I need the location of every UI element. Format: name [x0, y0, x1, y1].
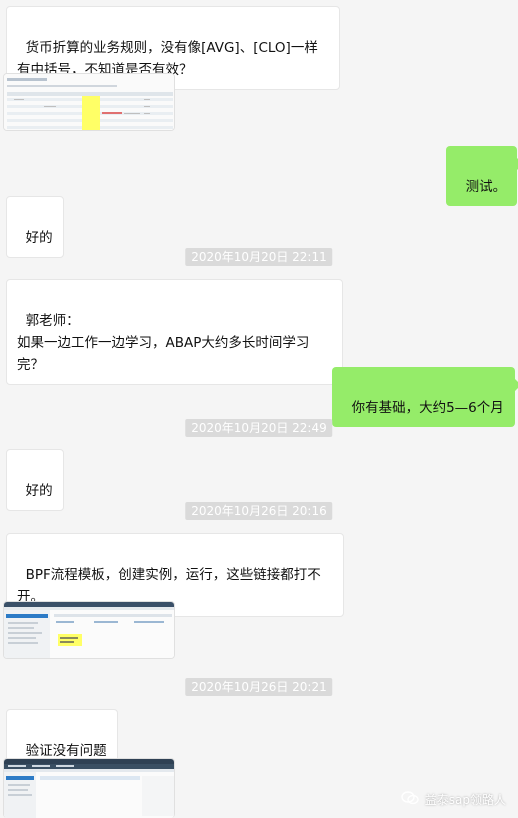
- image-thumbnail-table[interactable]: [3, 73, 175, 131]
- image-thumbnail-app[interactable]: [3, 601, 175, 659]
- message-bubble-incoming: 好的: [6, 449, 64, 511]
- message-bubble-incoming: 好的: [6, 196, 64, 258]
- timestamp: 2020年10月20日 22:11: [185, 248, 333, 266]
- message-bubble-incoming: 郭老师： 如果一边工作一边学习，ABAP大约多长时间学习完？: [6, 279, 343, 385]
- message-text: 好的: [25, 483, 53, 499]
- image-thumbnail-app-2[interactable]: [3, 758, 175, 818]
- message-text: 验证没有问题: [25, 743, 107, 759]
- message-bubble-outgoing: 测试。: [446, 146, 518, 206]
- timestamp: 2020年10月26日 20:16: [185, 502, 333, 520]
- message-text: 好的: [25, 230, 53, 246]
- timestamp: 2020年10月20日 22:49: [185, 419, 333, 437]
- message-text: 你有基础，大约5—6个月: [351, 400, 504, 416]
- watermark: 益泰sap领路人: [401, 791, 506, 808]
- wechat-official-account-icon: [401, 791, 419, 808]
- message-text: BPF流程模板，创建实例，运行，这些链接都打不开。: [17, 567, 321, 605]
- message-bubble-outgoing: 你有基础，大约5—6个月: [332, 367, 518, 427]
- message-text: 测试。: [465, 179, 507, 195]
- watermark-text: 益泰sap领路人: [424, 793, 506, 807]
- timestamp: 2020年10月26日 20:21: [185, 678, 333, 696]
- message-text: 郭老师： 如果一边工作一边学习，ABAP大约多长时间学习完？: [17, 313, 310, 373]
